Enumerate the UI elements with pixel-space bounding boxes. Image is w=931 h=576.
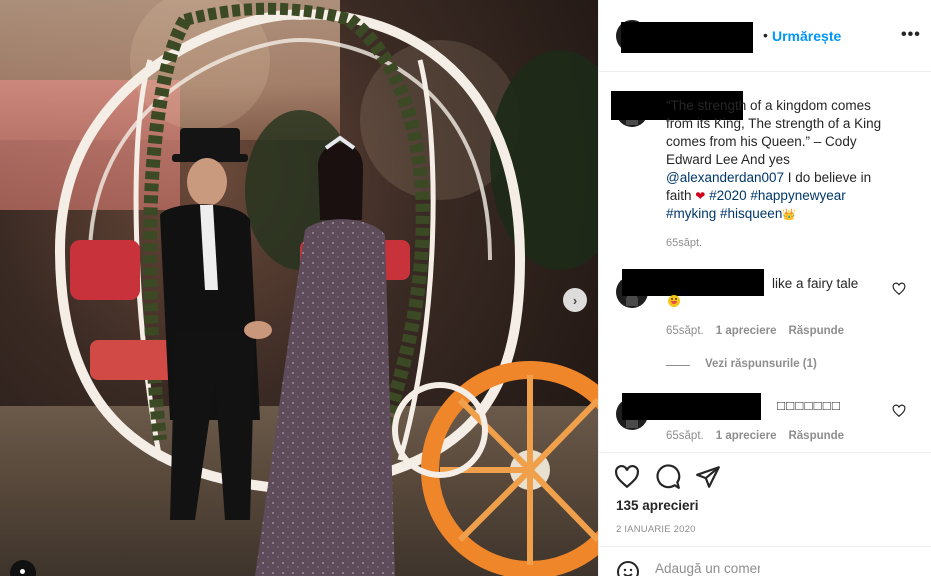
caption-text: “The strength of a kingdom comes from it… [666,98,882,167]
author-username-redacted[interactable] [621,22,753,53]
more-options-icon[interactable]: ••• [901,26,921,44]
instagram-post-window: › • Urmărește ••• “The strength of a kin… [0,0,931,576]
comment-1-username-redacted[interactable] [622,269,764,296]
post-details-panel: • Urmărește ••• “The strength of a kingd… [598,0,931,576]
comment-2-like-icon[interactable] [892,404,906,418]
likes-count[interactable]: 135 aprecieri [616,498,699,513]
view-replies-button[interactable]: Vezi răspunsurile (1) [705,358,817,370]
comment-2-meta: 65săpt. 1 apreciere Răspunde [666,430,844,442]
smiley-icon[interactable] [616,560,640,576]
replies-divider [666,365,690,366]
comment-1-meta: 65săpt. 1 apreciere Răspunde [666,325,844,337]
photo-carriage-scene [54,0,598,576]
comment-1-likes[interactable]: 1 apreciere [716,325,777,337]
post-date[interactable]: 2 IANUARIE 2020 [616,524,696,535]
caption-mention-link[interactable]: @alexanderdan007 [666,170,784,185]
comment-1-reply-button[interactable]: Răspunde [788,325,844,337]
red-heart-emoji-icon: ❤ [695,189,706,203]
comment-1-like-icon[interactable] [892,282,906,296]
comment-1-timestamp[interactable]: 65săpt. [666,325,704,337]
add-comment-bar [599,546,931,576]
post-header: • Urmărește ••• [599,0,931,72]
paper-plane-icon[interactable] [695,464,721,490]
post-photo[interactable]: › [0,0,598,576]
caption-timestamp[interactable]: 65săpt. [666,237,702,249]
follow-button[interactable]: Urmărește [772,28,841,44]
heart-outline-icon[interactable] [614,464,640,490]
comment-2-timestamp[interactable]: 65săpt. [666,430,704,442]
comment-1-text: like a fairy tale [772,276,859,291]
comment-2-username-redacted[interactable] [622,393,761,420]
comment-2-reply-button[interactable]: Răspunde [788,430,844,442]
post-caption: “The strength of a kingdom comes from it… [666,97,896,224]
add-comment-input[interactable] [655,561,760,576]
crown-emoji-icon: 👑 [782,209,797,221]
post-actions-section: 135 aprecieri 2 IANUARIE 2020 [599,452,931,576]
next-photo-button[interactable]: › [563,288,587,312]
header-separator: • [763,27,768,43]
speech-bubble-icon[interactable] [655,464,681,490]
comment-2-likes[interactable]: 1 apreciere [716,430,777,442]
comment-2-text: □□□□□□□ [777,398,842,413]
smiling-face-emoji-icon [668,295,680,307]
